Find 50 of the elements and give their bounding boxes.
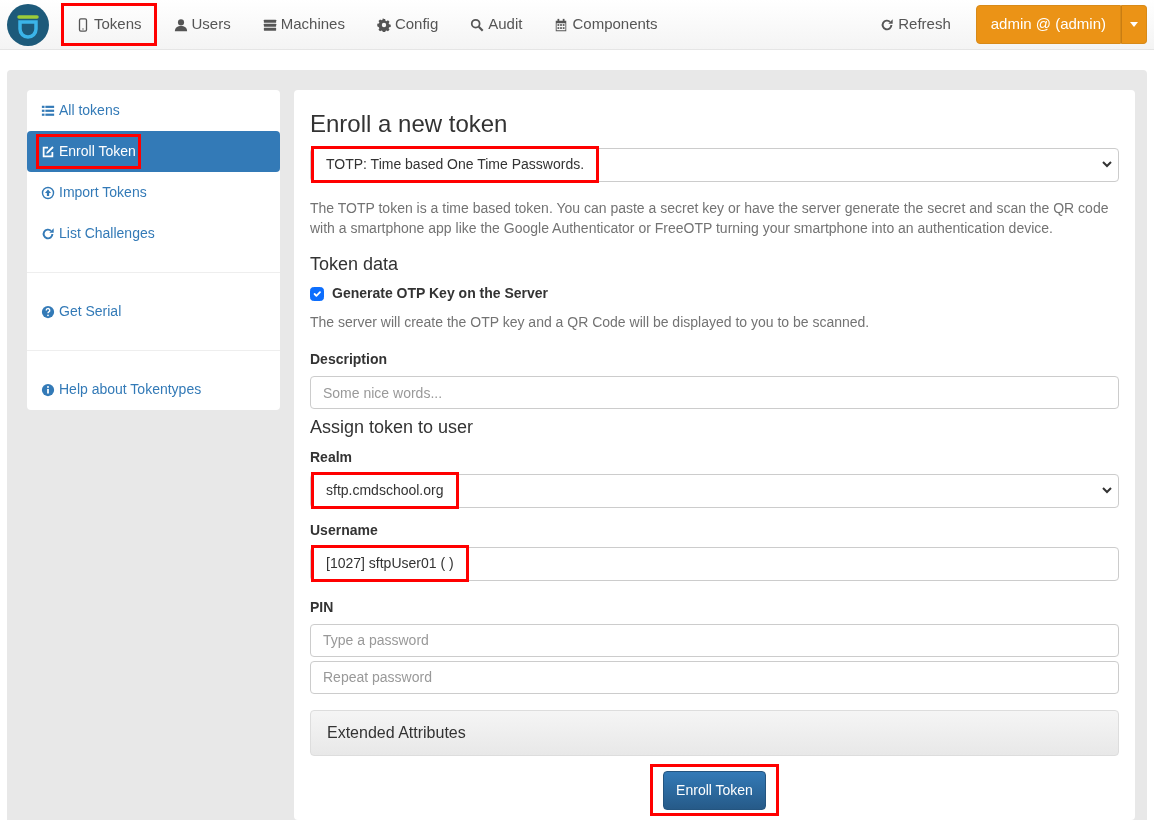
token-type-select[interactable]: TOTP: Time based One Time Passwords.	[310, 147, 1119, 182]
caret-icon	[1130, 22, 1138, 27]
repeat-password-field[interactable]: Repeat password	[310, 661, 1119, 694]
sidebar-item[interactable]: Help about Tokentypes	[27, 369, 280, 410]
user-icon	[173, 17, 188, 32]
password-field[interactable]: Type a password	[310, 624, 1119, 657]
chevron-down-icon	[1102, 161, 1112, 169]
description-field[interactable]: Some nice words...	[310, 376, 1119, 410]
field-label: Description	[310, 350, 388, 370]
settings-icon	[376, 17, 391, 32]
refresh-icon	[41, 226, 55, 241]
calendar-icon	[554, 17, 569, 32]
search-icon	[470, 17, 485, 32]
nav-link[interactable]: Machines	[247, 3, 360, 46]
nav-link[interactable]: Components	[539, 3, 673, 46]
enroll-token-button[interactable]: Enroll Token	[663, 771, 766, 810]
chevron-down-icon	[1102, 487, 1112, 495]
nav-link[interactable]: Audit	[455, 3, 538, 46]
dropdown-toggle-button[interactable]	[1121, 5, 1147, 44]
field-label: Realm	[310, 448, 354, 467]
nav-link[interactable]: Tokens	[61, 3, 157, 46]
field-label: PIN	[310, 598, 335, 617]
checkbox-label: Generate OTP Key on the Server	[332, 284, 549, 304]
page-title: Enroll a new token	[310, 110, 509, 139]
edit-icon	[41, 144, 55, 159]
username-field[interactable]: [1027] sftpUser01 ( )	[310, 547, 1119, 581]
refresh-icon	[880, 17, 895, 32]
realm-select[interactable]: sftp.cmdschool.org	[310, 474, 1119, 508]
list-icon	[41, 103, 55, 118]
upload-icon	[41, 185, 55, 200]
sidebar-item[interactable]: Enroll Token	[27, 131, 280, 172]
token-description: The TOTP token is a time based token. You can paste a secret key or have the server generate the secret and scan the QR code with a smartphone app like the Google Authenticator or FreeOTP turning your smartphone into an authentication device.	[310, 198, 1110, 238]
nav-link[interactable]: Config	[361, 3, 454, 46]
sidebar-item[interactable]: Import Tokens	[27, 172, 280, 213]
logo-icon	[7, 3, 49, 46]
extended-attributes-header[interactable]: Extended Attributes	[310, 710, 1119, 756]
field-label: Username	[310, 521, 379, 540]
info-icon	[41, 382, 55, 397]
sidebar-item[interactable]: List Challenges	[27, 213, 280, 254]
section-heading: Token data	[310, 253, 400, 276]
server-icon	[262, 17, 277, 32]
help-text: The server will create the OTP key and a QR Code will be displayed to you to be scanned.	[310, 313, 871, 333]
question-icon	[41, 304, 55, 319]
sidebar-item[interactable]: Get Serial	[27, 291, 280, 332]
refresh-link[interactable]: Refresh	[865, 3, 966, 46]
sidebar-item[interactable]: All tokens	[27, 90, 280, 131]
phone-icon	[76, 17, 90, 32]
section-heading: Assign token to user	[310, 417, 475, 439]
generate-key-checkbox[interactable]	[310, 286, 324, 301]
nav-link[interactable]: Users	[158, 3, 246, 46]
